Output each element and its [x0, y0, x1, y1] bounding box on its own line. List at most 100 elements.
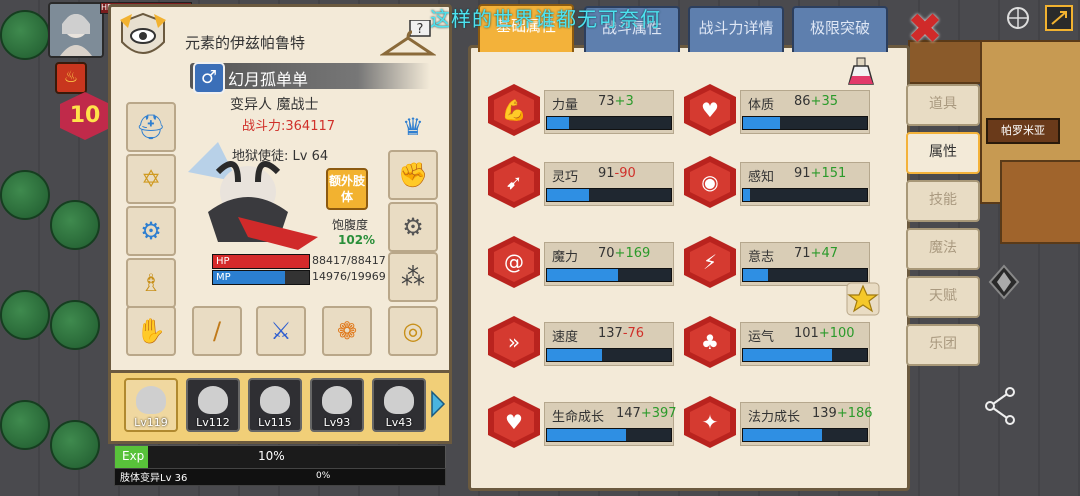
potion-icon[interactable]: [846, 56, 876, 88]
share-icon[interactable]: [980, 384, 1024, 428]
stat-bar: [742, 188, 868, 202]
runner-icon-glyph: ➹: [494, 162, 534, 202]
member-level: Lv112: [196, 416, 230, 429]
team-member[interactable]: Lv112: [186, 378, 240, 432]
stat-value: 101+100: [794, 326, 855, 341]
team-member[interactable]: Lv43: [372, 378, 426, 432]
wardrobe-hanger-icon[interactable]: ?: [380, 20, 436, 60]
weapon-slot[interactable]: ∕: [192, 306, 242, 356]
svg-text:?: ?: [417, 22, 424, 37]
side-tab-1[interactable]: 属性: [906, 132, 980, 174]
tree-decoration: [0, 170, 50, 220]
stat-bonus: +186: [836, 406, 873, 421]
side-tab-3[interactable]: 魔法: [906, 228, 980, 270]
helmet-slot[interactable]: ⛑: [126, 102, 176, 152]
torso-icon-glyph: ♥: [690, 90, 730, 130]
tree-decoration: [0, 290, 50, 340]
satiety-value: 102%: [338, 233, 376, 247]
stat-bonus: -90: [614, 166, 636, 181]
stat-bar-fill: [547, 117, 570, 129]
stat-base: 86: [794, 94, 811, 109]
side-tab-2[interactable]: 技能: [906, 180, 980, 222]
fire-icon[interactable]: ♨: [55, 62, 87, 94]
crystal-icon[interactable]: [984, 262, 1024, 302]
stat-name: 运气: [748, 330, 775, 345]
stat-bar: [546, 188, 672, 202]
team-member[interactable]: Lv93: [310, 378, 364, 432]
stat-bar-fill: [547, 189, 590, 201]
stat-value: 139+186: [812, 406, 873, 421]
red-gauntlet-icon: ✊: [398, 161, 428, 189]
pumpkin-charm-icon: ❁: [336, 317, 358, 345]
spiked-boots-icon: ⁂: [401, 263, 425, 291]
team-member[interactable]: Lv119: [124, 378, 178, 432]
member-level: Lv115: [258, 416, 292, 429]
stat-bar: [546, 428, 672, 442]
tab-3[interactable]: 极限突破: [792, 6, 888, 52]
stat-name: 速度: [552, 330, 579, 345]
side-tab-5[interactable]: 乐团: [906, 324, 980, 366]
town-building: [1000, 160, 1080, 244]
tree-decoration: [50, 420, 100, 470]
overlay-caption: 这样的世界谁都无可奈何: [430, 7, 661, 31]
blue-sword-icon: ⚔: [270, 317, 292, 345]
stat-base: 91: [794, 166, 811, 181]
spiral-icon-glyph: @: [494, 242, 534, 282]
mechanical-belt-icon: ⚙: [402, 213, 424, 241]
stat-bonus: +3: [614, 94, 634, 109]
glove-slot[interactable]: ✋: [126, 306, 176, 356]
charm-slot[interactable]: ❁: [322, 306, 372, 356]
belt-slot[interactable]: ⚙: [388, 202, 438, 252]
side-tab-0[interactable]: 道具: [906, 84, 980, 126]
sword-slot[interactable]: ⚔: [256, 306, 306, 356]
necklace-slot[interactable]: ✡: [126, 154, 176, 204]
stat-bar-fill: [743, 117, 781, 129]
blue-crown-icon: ♛: [402, 113, 424, 141]
eye-emblem-icon[interactable]: [118, 12, 168, 64]
stat-bonus: +169: [614, 246, 651, 261]
top-right-toolbar: [1007, 5, 1073, 31]
stat-bar: [742, 268, 868, 282]
side-tab-4[interactable]: 天赋: [906, 276, 980, 318]
stat-name: 法力成长: [748, 410, 801, 425]
member-portrait: [136, 386, 166, 414]
male-gender-icon: ♂: [193, 62, 225, 94]
globe-icon: [1007, 7, 1029, 29]
stat-bonus: +35: [810, 94, 838, 109]
chest-slot[interactable]: ♗: [126, 258, 176, 308]
ring-slot[interactable]: ◎: [388, 306, 438, 356]
player-avatar[interactable]: [48, 2, 104, 58]
gauntlet-slot[interactable]: ✊: [388, 150, 438, 200]
team-member[interactable]: Lv115: [248, 378, 302, 432]
blue-helmet-icon: ⛑: [135, 113, 167, 141]
stat-base: 71: [794, 246, 811, 261]
stat-name: 生命成长: [552, 410, 605, 425]
stat-value: 147+397: [616, 406, 677, 421]
member-portrait: [322, 386, 352, 414]
chevron-right-icon[interactable]: [430, 390, 446, 418]
magic-figure-icon-glyph: ✦: [690, 402, 730, 442]
stat-bonus: +397: [640, 406, 677, 421]
stat-base: 91: [598, 166, 615, 181]
stat-base: 147: [616, 406, 641, 421]
stat-value: 91+151: [794, 166, 846, 181]
heart-icon-glyph: ♥: [494, 402, 534, 442]
stat-bar: [742, 116, 868, 130]
accessory-slot[interactable]: ♛: [388, 102, 438, 152]
member-level: Lv119: [134, 416, 168, 429]
member-portrait: [260, 386, 290, 414]
golden-staff-icon: ∕: [212, 317, 222, 345]
star-icon[interactable]: [846, 282, 880, 316]
stat-bar: [546, 348, 672, 362]
mutation-percent: 0%: [316, 471, 331, 481]
stat-bar-fill: [743, 349, 833, 361]
extra-limb-button[interactable]: 额外肢体: [326, 168, 368, 210]
boots-slot[interactable]: ⁂: [388, 252, 438, 302]
armor-slot[interactable]: ⚙: [126, 206, 176, 256]
tree-decoration: [50, 200, 100, 250]
stat-base: 70: [598, 246, 615, 261]
tab-2[interactable]: 战斗力详情: [688, 6, 784, 52]
close-icon[interactable]: ✖: [902, 6, 948, 52]
stat-bar-fill: [547, 349, 602, 361]
stat-base: 73: [598, 94, 615, 109]
